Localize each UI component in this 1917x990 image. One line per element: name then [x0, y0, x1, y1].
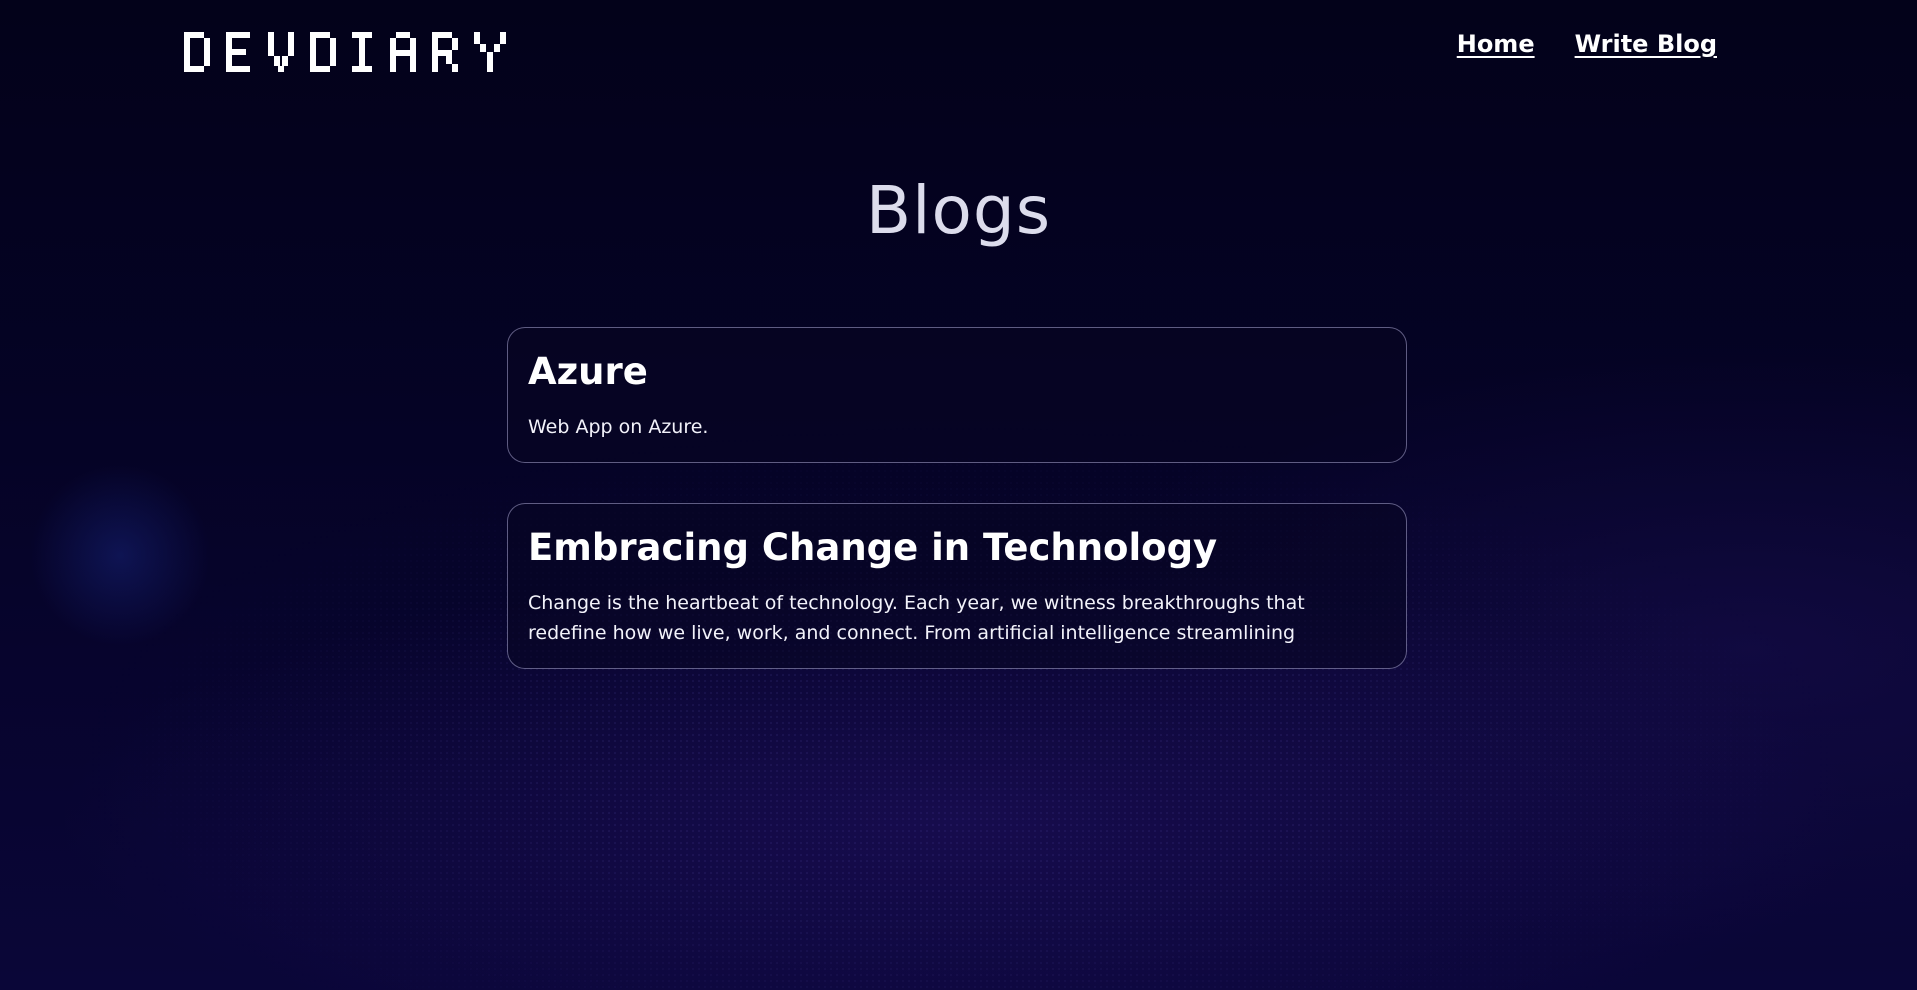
- navbar: Home Write Blog: [0, 0, 1917, 100]
- blog-card[interactable]: Azure Web App on Azure.: [507, 327, 1407, 463]
- blog-card-excerpt: Web App on Azure.: [528, 416, 709, 438]
- devdiary-logo[interactable]: [184, 32, 516, 72]
- nav-write-blog-link[interactable]: Write Blog: [1575, 30, 1717, 58]
- blog-card-title[interactable]: Azure: [528, 350, 1386, 394]
- blog-card-title[interactable]: Embracing Change in Technology: [528, 526, 1386, 570]
- blog-list: Azure Web App on Azure. Embracing Change…: [507, 327, 1407, 709]
- blog-card-excerpt: Change is the heartbeat of technology. E…: [528, 592, 1305, 644]
- page-title: Blogs: [865, 172, 1052, 249]
- nav-links: Home Write Blog: [1457, 30, 1717, 58]
- blog-card[interactable]: Embracing Change in Technology Change is…: [507, 503, 1407, 669]
- nav-home-link[interactable]: Home: [1457, 30, 1535, 58]
